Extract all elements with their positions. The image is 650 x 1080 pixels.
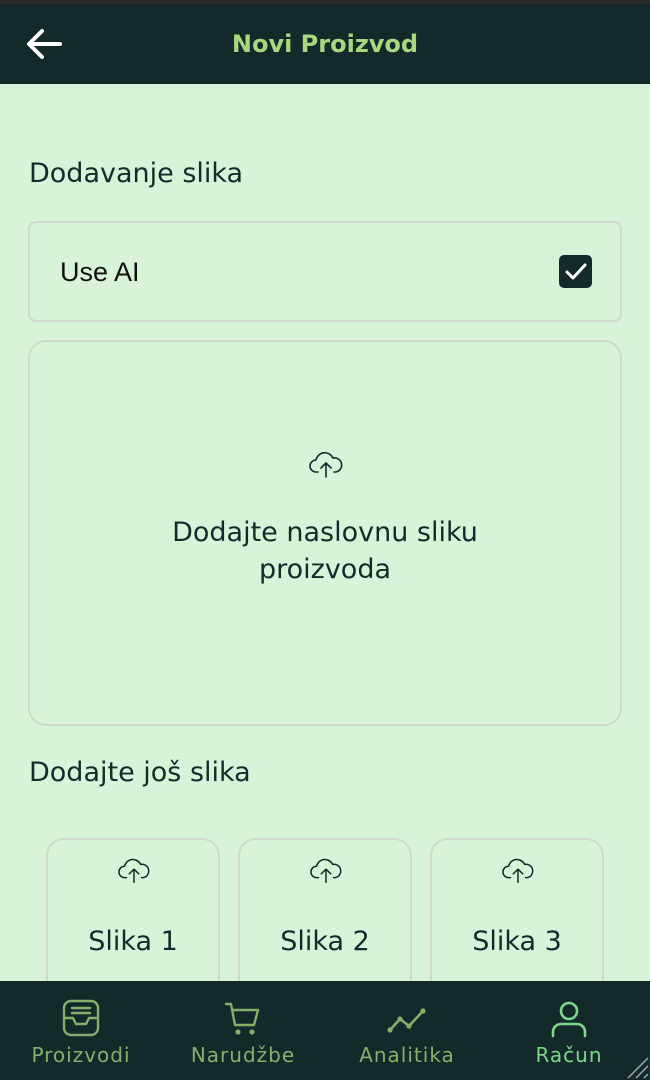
check-icon	[565, 263, 586, 279]
image-slot-label: Slika 3	[472, 926, 562, 957]
use-ai-label: Use AI	[60, 257, 140, 287]
page-title: Novi Proizvod	[231, 30, 419, 58]
cloud-upload-icon	[310, 858, 342, 884]
nav-item-racun[interactable]: Račun	[496, 981, 642, 1080]
cloud-upload-icon	[118, 858, 150, 884]
cover-image-upload[interactable]: Dodajte naslovnu sliku proizvoda	[28, 340, 622, 726]
image-slot-label: Slika 1	[88, 926, 178, 957]
cloud-upload-icon	[502, 858, 534, 884]
nav-label: Analitika	[359, 1043, 455, 1067]
user-icon	[551, 1001, 587, 1038]
image-slot-label: Slika 2	[280, 926, 370, 957]
section-title-more-images: Dodajte još slika	[29, 757, 251, 788]
nav-item-proizvodi[interactable]: Proizvodi	[8, 981, 154, 1080]
use-ai-row[interactable]: Use AI	[28, 221, 622, 322]
bottom-nav: Proizvodi Narudžbe Analitika Račun	[0, 981, 650, 1080]
use-ai-checkbox[interactable]	[559, 255, 592, 288]
section-title-images: Dodavanje slika	[29, 158, 244, 189]
cart-icon	[224, 1002, 260, 1035]
nav-label: Proizvodi	[31, 1043, 131, 1067]
resize-grip-icon[interactable]	[622, 1052, 650, 1080]
image-slot-1[interactable]: Slika 1	[46, 838, 220, 998]
image-slot-3[interactable]: Slika 3	[430, 838, 604, 998]
nav-label: Račun	[535, 1043, 603, 1067]
cloud-upload-icon	[309, 452, 343, 478]
cover-upload-text: Dodajte naslovnu sliku proizvoda	[172, 517, 478, 585]
inbox-icon	[62, 999, 100, 1037]
nav-label: Narudžbe	[190, 1043, 296, 1067]
app-header: Novi Proizvod	[0, 4, 650, 84]
nav-item-narudzbe[interactable]: Narudžbe	[170, 981, 316, 1080]
chart-line-icon	[387, 1008, 426, 1033]
image-slot-2[interactable]: Slika 2	[238, 838, 412, 998]
nav-item-analitika[interactable]: Analitika	[334, 981, 480, 1080]
